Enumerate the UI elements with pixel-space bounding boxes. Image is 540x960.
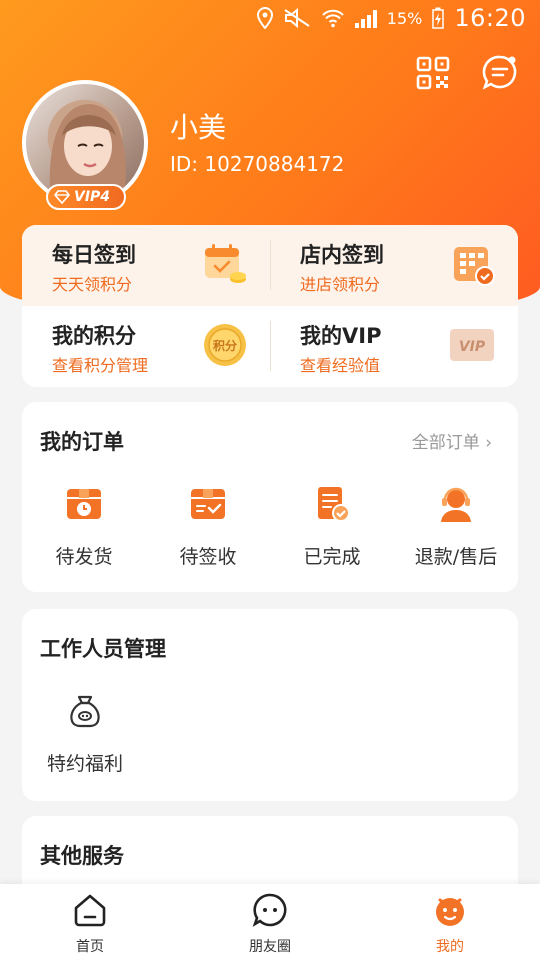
battery-percent: 15% <box>386 8 423 28</box>
box-clock-icon <box>67 489 101 519</box>
special-welfare-item[interactable]: 特约福利 <box>40 693 130 776</box>
staff-management-card: 工作人员管理 特约福利 <box>22 609 518 801</box>
mute-icon <box>284 8 310 28</box>
order-label: 已完成 <box>303 546 361 568</box>
tab-label: 我的 <box>436 939 464 955</box>
bottom-tab-bar: 首页 朋友圈 我的 <box>0 884 540 960</box>
status-bar: 15% 16:20 <box>0 0 540 36</box>
staff-title: 工作人员管理 <box>40 637 166 661</box>
chat-bubble-icon <box>252 893 287 927</box>
welfare-label: 特约福利 <box>46 753 123 775</box>
location-icon <box>256 7 273 29</box>
vip-level-badge: VIP4 <box>46 184 126 210</box>
wifi-icon <box>322 9 344 28</box>
quick-actions-card: 每日签到 天天领积分 店内签到 进店领积分 我的积分 查看积分管理 积分 我的V… <box>22 225 518 387</box>
tab-mine[interactable]: 我的 <box>390 892 510 956</box>
tab-home[interactable]: 首页 <box>30 892 150 956</box>
quick-title: 我的积分 <box>52 324 136 348</box>
tab-label: 朋友圈 <box>249 939 291 955</box>
order-pending-receipt[interactable]: 待签收 <box>146 484 270 574</box>
username: 小美 <box>170 111 227 144</box>
order-completed[interactable]: 已完成 <box>270 484 394 574</box>
quick-subtitle: 进店领积分 <box>300 275 381 294</box>
status-time: 16:20 <box>454 4 526 32</box>
store-checkin-item[interactable]: 店内签到 进店领积分 <box>270 225 518 306</box>
calendar-coin-icon <box>205 244 246 283</box>
message-icon[interactable] <box>482 54 518 90</box>
quick-subtitle: 查看积分管理 <box>52 356 149 375</box>
user-id: ID: 10270884172 <box>170 152 345 176</box>
qr-code-icon[interactable] <box>416 56 450 90</box>
signal-icon <box>354 8 377 28</box>
my-orders-card: 我的订单 全部订单 › 待发货 待签收 已完成 退款/售后 <box>22 402 518 592</box>
diamond-icon <box>54 190 70 204</box>
vip-card-text: VIP <box>459 339 486 355</box>
all-orders-link[interactable]: 全部订单 › <box>412 428 492 453</box>
tab-label: 首页 <box>76 939 104 955</box>
my-points-item[interactable]: 我的积分 查看积分管理 积分 <box>22 306 270 387</box>
quick-title: 店内签到 <box>300 243 384 267</box>
quick-title: 我的VIP <box>300 324 382 348</box>
money-bag-icon <box>70 695 100 728</box>
order-label: 待发货 <box>55 546 113 568</box>
order-pending-shipment[interactable]: 待发货 <box>22 484 146 574</box>
quick-subtitle: 查看经验值 <box>300 356 381 375</box>
vip-level-text: VIP4 <box>74 189 111 205</box>
other-services-title: 其他服务 <box>40 844 124 868</box>
profile-face-icon <box>436 898 464 926</box>
orders-title: 我的订单 <box>40 430 124 454</box>
order-label: 退款/售后 <box>414 546 498 568</box>
document-check-icon <box>318 487 350 522</box>
battery-charging-icon <box>432 7 445 29</box>
points-coin-icon: 积分 <box>204 324 246 366</box>
home-icon <box>74 894 106 927</box>
tab-moments[interactable]: 朋友圈 <box>210 892 330 956</box>
quick-subtitle: 天天领积分 <box>52 275 133 294</box>
store-checkin-icon <box>454 247 495 286</box>
vip-card-icon: VIP <box>450 329 494 361</box>
box-check-icon <box>191 489 225 519</box>
all-orders-label: 全部订单 <box>411 433 480 453</box>
points-coin-text: 积分 <box>213 338 237 353</box>
my-vip-item[interactable]: 我的VIP 查看经验值 VIP <box>270 306 518 387</box>
customer-service-icon <box>441 487 471 522</box>
daily-checkin-item[interactable]: 每日签到 天天领积分 <box>22 225 270 306</box>
order-refund-aftersale[interactable]: 退款/售后 <box>394 484 518 574</box>
chevron-right-icon: › <box>485 433 492 453</box>
order-label: 待签收 <box>179 546 237 568</box>
quick-title: 每日签到 <box>52 243 136 267</box>
